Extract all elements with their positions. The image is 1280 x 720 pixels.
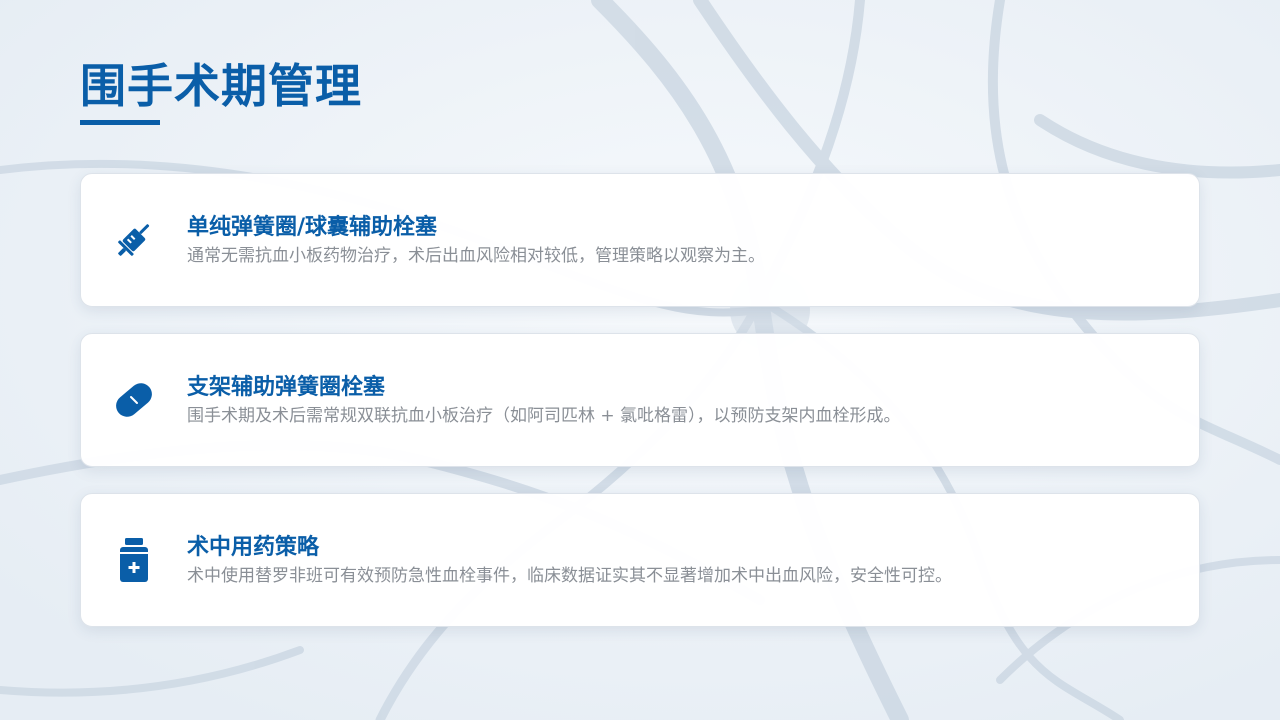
slide: 围手术期管理 单纯弹簧圈/球囊辅助栓塞 通常无需抗血小板药物治疗，术后出血风险相… (0, 0, 1280, 720)
card-title: 单纯弹簧圈/球囊辅助栓塞 (187, 215, 438, 240)
pill-capsule-icon (111, 377, 157, 423)
title-underline (80, 120, 160, 125)
syringe-icon (111, 217, 157, 263)
card-intraop-medication: 术中用药策略 术中使用替罗非班可有效预防急性血栓事件，临床数据证实其不显著增加术… (80, 493, 1200, 627)
card-stent-assisted: 支架辅助弹簧圈栓塞 围手术期及术后需常规双联抗血小板治疗（如阿司匹林 + 氯吡格… (80, 333, 1200, 467)
card-description: 围手术期及术后需常规双联抗血小板治疗（如阿司匹林 + 氯吡格雷），以预防支架内血… (187, 406, 901, 426)
page-title: 围手术期管理 (80, 59, 362, 113)
card-coil-balloon: 单纯弹簧圈/球囊辅助栓塞 通常无需抗血小板药物治疗，术后出血风险相对较低，管理策… (80, 173, 1200, 307)
card-title: 术中用药策略 (187, 535, 320, 560)
card-title: 支架辅助弹簧圈栓塞 (187, 375, 386, 400)
medicine-bottle-icon (111, 537, 157, 583)
card-description: 术中使用替罗非班可有效预防急性血栓事件，临床数据证实其不显著增加术中出血风险，安… (187, 566, 952, 586)
card-description: 通常无需抗血小板药物治疗，术后出血风险相对较低，管理策略以观察为主。 (187, 246, 765, 266)
